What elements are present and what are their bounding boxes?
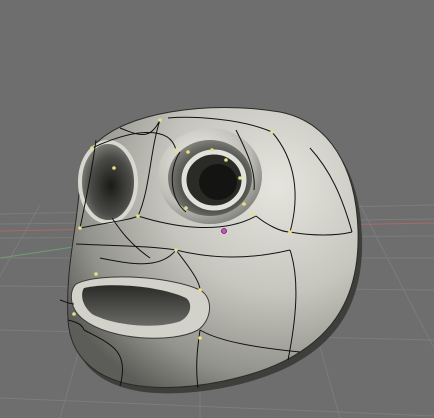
head-mesh[interactable]: [67, 107, 363, 394]
viewport-canvas[interactable]: [0, 0, 434, 418]
right-eye-pupil: [199, 164, 237, 200]
3d-viewport[interactable]: [0, 0, 434, 418]
object-pivot-icon[interactable]: [221, 228, 227, 234]
